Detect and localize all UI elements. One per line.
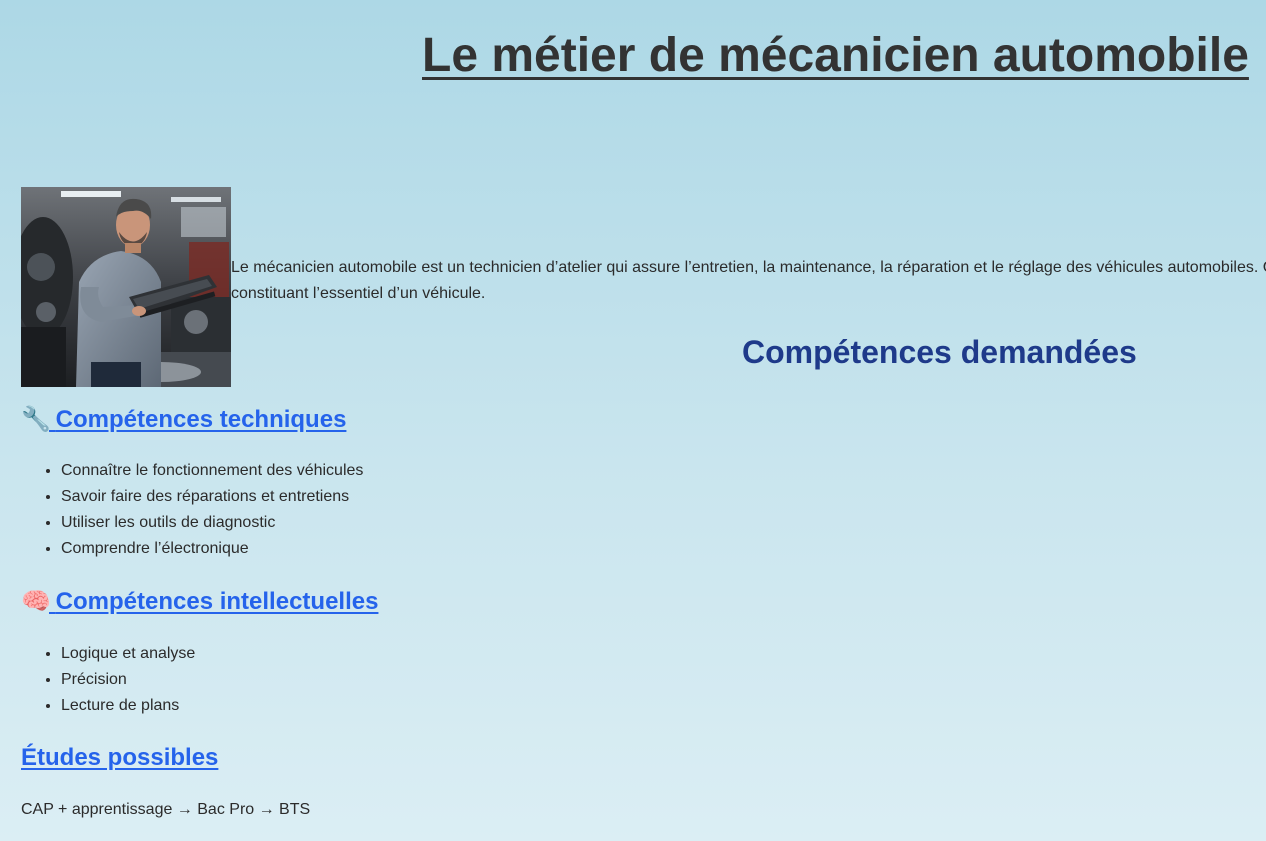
wrench-icon: 🔧 — [21, 406, 51, 433]
list-item: Lecture de plans — [61, 693, 195, 719]
technical-skills-title: Compétences techniques — [55, 406, 347, 433]
studies-heading[interactable]: Études possibles — [21, 744, 218, 772]
list-item: Logique et analyse — [61, 641, 195, 667]
intellectual-skills-title: Compétences intellectuelles — [55, 588, 379, 615]
list-item: Utiliser les outils de diagnostic — [61, 510, 363, 536]
intro-line-1: Le mécanicien automobile est un technici… — [231, 259, 1266, 276]
intro-line-2: constituant l’essentiel d’un véhicule. — [231, 285, 486, 302]
skills-heading: Compétences demandées — [742, 334, 1137, 370]
list-item: Précision — [61, 667, 195, 693]
brain-icon: 🧠 — [21, 588, 51, 615]
list-item: Connaître le fonctionnement des véhicule… — [61, 458, 363, 484]
intro-paragraph: Le mécanicien automobile est un technici… — [231, 255, 1266, 315]
list-item: Savoir faire des réparations et entretie… — [61, 484, 363, 510]
technical-skills-list: Connaître le fonctionnement des véhicule… — [21, 458, 363, 562]
studies-path: CAP + apprentissage → Bac Pro → BTS — [21, 801, 311, 818]
mechanic-photo — [21, 187, 231, 387]
intellectual-skills-list: Logique et analyse Précision Lecture de … — [21, 641, 195, 719]
intellectual-skills-heading[interactable]: 🧠 Compétences intellectuelles — [21, 587, 378, 616]
page-title: Le métier de mécanicien automobile — [422, 29, 1249, 82]
list-item: Comprendre l’électronique — [61, 536, 363, 562]
technical-skills-heading[interactable]: 🔧 Compétences techniques — [21, 405, 346, 434]
